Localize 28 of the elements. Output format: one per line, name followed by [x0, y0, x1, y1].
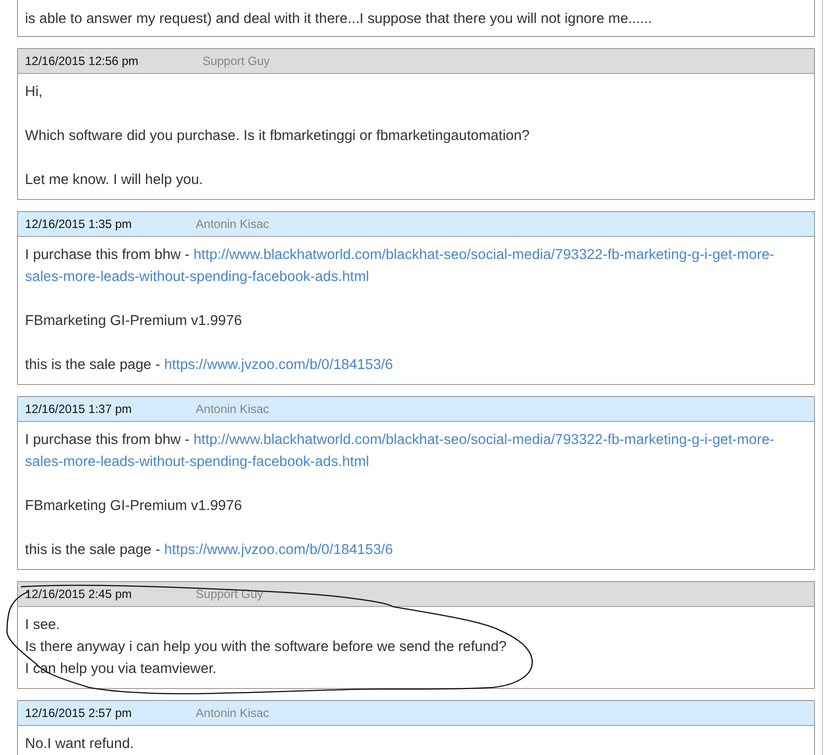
- message-author: Antonin Kisac: [196, 706, 270, 720]
- message-author: Antonin Kisac: [196, 402, 270, 416]
- message-text: Is there anyway i can help you with the software before we send the refund?: [25, 638, 508, 657]
- link[interactable]: sales-more-leads-without-spending-facebook-ads.html: [25, 269, 370, 285]
- message-date: 12/16/2015 2:57 pm: [25, 706, 132, 720]
- message-text: is able to answer my request) and deal with it there...I suppose that there you will not ignore me......: [25, 10, 654, 29]
- message-date: 12/16/2015 1:37 pm: [25, 402, 132, 416]
- message-date: 12/16/2015 2:45 pm: [25, 587, 132, 601]
- message-text: No.I want refund.: [25, 735, 135, 754]
- message-author: Support Guy: [202, 54, 270, 68]
- message-text: Which software did you purchase. Is it fbmarketinggi or fbmarketingautomation?: [25, 127, 531, 146]
- message-text: this is the sale page - https://www.jvzoo.com/b/0/184153/6: [25, 356, 394, 375]
- message-date: 12/16/2015 12:56 pm: [25, 54, 138, 68]
- link[interactable]: http://www.blackhatworld.com/blackhat-seo/social-media/793322-fb-marketing-g-i-get-more-: [193, 432, 774, 448]
- link[interactable]: https://www.jvzoo.com/b/0/184153/6: [164, 357, 393, 373]
- message-text: FBmarketing GI-Premium v1.9976: [25, 312, 243, 331]
- message-text: Let me know. I will help you.: [25, 171, 204, 190]
- message-text: I purchase this from bhw - http://www.blackhatworld.com/blackhat-seo/social-media/793322-fb-marketing-g-i-get-more-: [25, 246, 776, 265]
- link[interactable]: https://www.jvzoo.com/b/0/184153/6: [164, 542, 393, 558]
- message-date: 12/16/2015 1:35 pm: [25, 217, 132, 231]
- message-text: this is the sale page - https://www.jvzoo.com/b/0/184153/6: [25, 541, 394, 560]
- message-text: Hi,: [25, 83, 44, 102]
- message-text: I purchase this from bhw - http://www.blackhatworld.com/blackhat-seo/social-media/793322-fb-marketing-g-i-get-more-: [25, 431, 776, 450]
- message-text: FBmarketing GI-Premium v1.9976: [25, 497, 243, 516]
- message-text: I see.: [25, 616, 61, 635]
- link[interactable]: http://www.blackhatworld.com/blackhat-seo/social-media/793322-fb-marketing-g-i-get-more-: [193, 247, 774, 263]
- message-author: Antonin Kisac: [196, 217, 270, 231]
- link[interactable]: sales-more-leads-without-spending-facebook-ads.html: [25, 454, 370, 470]
